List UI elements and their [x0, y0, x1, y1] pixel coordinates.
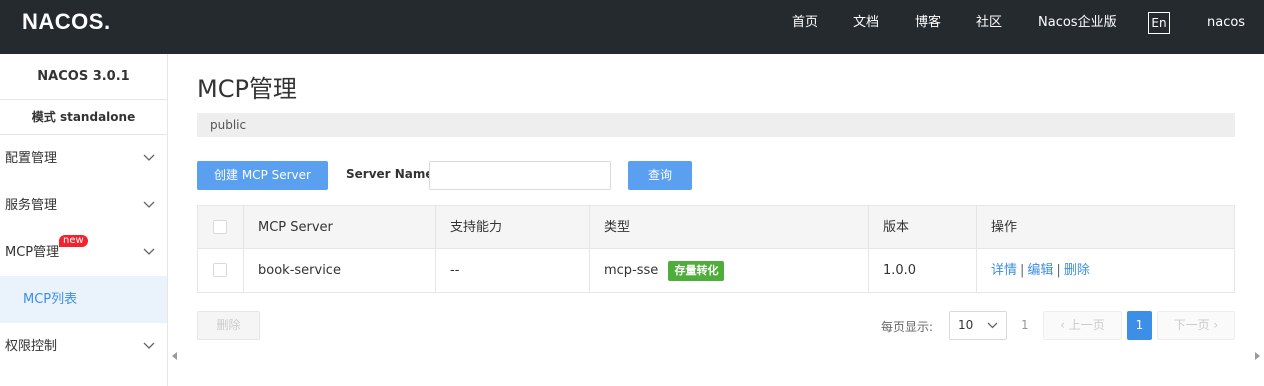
column-header: 支持能力 [436, 206, 590, 249]
column-header: MCP Server [244, 206, 436, 249]
prev-page-button[interactable]: ‹ 上一页 [1043, 311, 1122, 340]
sidebar-item-label: 服务管理 [5, 198, 58, 213]
page-size-label: 每页显示: [881, 320, 934, 334]
type-tag: 存量转化 [668, 260, 725, 281]
server-name-input[interactable] [429, 161, 611, 190]
table-row: book-service -- mcp-sse 存量转化 1.0.0 详情 | 编辑… [198, 249, 1234, 292]
chevron-down-icon [143, 229, 157, 276]
nacos-logo[interactable]: NACOS. [22, 10, 111, 34]
sidebar-mode: 模式 standalone [0, 100, 167, 135]
chevron-right-icon: › [1209, 318, 1219, 332]
chevron-down-icon [143, 182, 157, 229]
sidebar-item-mcp-list[interactable]: MCP列表 [0, 276, 167, 323]
page-title: MCP管理 [197, 75, 297, 103]
next-page-label: 下一页 [1173, 318, 1210, 332]
batch-delete-button[interactable]: 删除 [197, 311, 260, 340]
total-count: 1 [1021, 318, 1029, 332]
nav-home[interactable]: 首页 [792, 15, 818, 31]
current-page-button[interactable]: 1 [1127, 311, 1152, 340]
user-menu[interactable]: nacos [1207, 15, 1245, 30]
scroll-right-icon[interactable] [1255, 352, 1260, 360]
detail-link[interactable]: 详情 [991, 263, 1017, 278]
server-name-label: Server Name [346, 167, 434, 181]
sidebar-item-label: MCP管理 [5, 245, 60, 260]
page-size-select[interactable]: 10 [949, 311, 1007, 340]
scroll-left-icon[interactable] [172, 352, 177, 360]
server-name-cell: book-service [244, 249, 436, 292]
chevron-down-icon [143, 135, 157, 182]
sidebar-item-label: 权限控制 [5, 339, 58, 354]
nav-blog[interactable]: 博客 [915, 15, 941, 31]
operations-cell: 详情 | 编辑 | 删除 [991, 263, 1090, 278]
chevron-left-icon: ‹ [1060, 318, 1069, 332]
delete-link[interactable]: 删除 [1064, 263, 1090, 278]
new-badge: new [59, 235, 88, 247]
type-label: mcp-sse [604, 263, 659, 278]
capability-cell: -- [436, 249, 590, 292]
row-checkbox[interactable] [213, 263, 227, 277]
sidebar: NACOS 3.0.1 模式 standalone 配置管理 服务管理 MCP管… [0, 54, 168, 386]
table-header: MCP Server 支持能力 类型 版本 操作 [198, 206, 1234, 249]
nav-community[interactable]: 社区 [976, 15, 1002, 31]
mcp-server-table: MCP Server 支持能力 类型 版本 操作 book-service --… [197, 205, 1235, 293]
prev-page-label: 上一页 [1068, 318, 1105, 332]
next-page-button[interactable]: 下一页 › [1157, 311, 1235, 340]
column-header: 版本 [869, 206, 977, 249]
sidebar-item-label: 配置管理 [5, 151, 58, 166]
language-toggle-button[interactable]: En [1148, 12, 1170, 34]
type-cell: mcp-sse 存量转化 [590, 249, 869, 292]
create-mcp-server-button[interactable]: 创建 MCP Server [197, 161, 328, 190]
version-cell: 1.0.0 [869, 249, 977, 292]
sidebar-item-auth[interactable]: 权限控制 [0, 323, 167, 370]
sidebar-version: NACOS 3.0.1 [0, 54, 167, 100]
sidebar-item-mcp[interactable]: MCP管理 new [0, 229, 167, 276]
search-button[interactable]: 查询 [628, 161, 692, 190]
sidebar-item-service[interactable]: 服务管理 [0, 182, 167, 229]
sidebar-item-config[interactable]: 配置管理 [0, 135, 167, 182]
nav-enterprise[interactable]: Nacos企业版 [1038, 15, 1117, 31]
column-header: 操作 [991, 220, 1018, 235]
column-header: 类型 [590, 206, 869, 249]
page-size-value: 10 [958, 318, 974, 332]
chevron-down-icon [143, 323, 157, 370]
chevron-down-icon [987, 322, 998, 329]
header-select-cell [198, 206, 244, 249]
top-header: NACOS. 首页 文档 博客 社区 Nacos企业版 En nacos [0, 0, 1264, 54]
row-select-cell [198, 249, 244, 292]
nav-docs[interactable]: 文档 [853, 15, 879, 31]
select-all-checkbox[interactable] [213, 220, 227, 234]
namespace-breadcrumb: public [197, 113, 1235, 137]
edit-link[interactable]: 编辑 [1027, 263, 1053, 278]
